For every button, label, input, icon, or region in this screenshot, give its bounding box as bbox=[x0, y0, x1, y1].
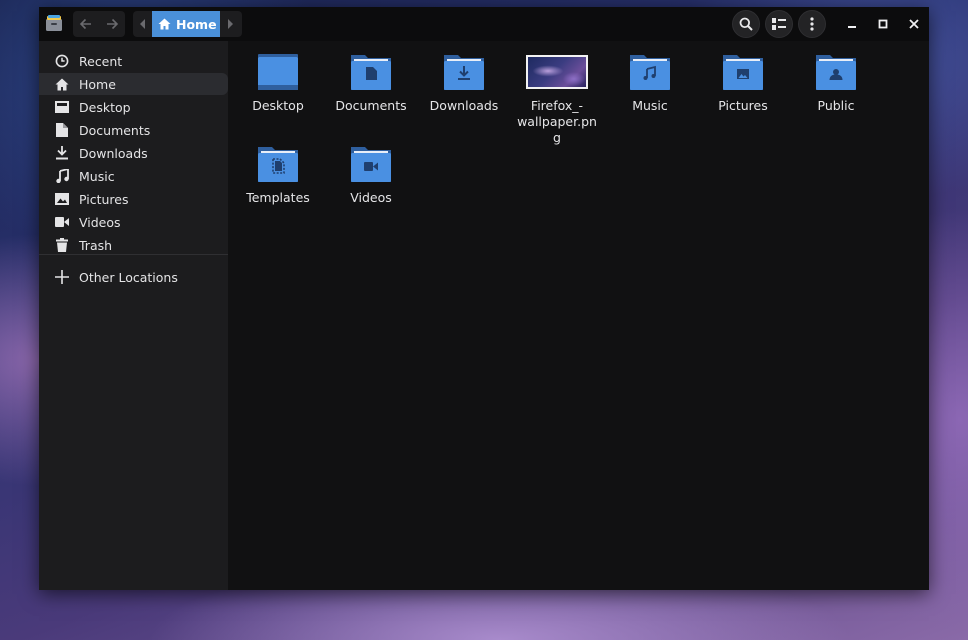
path-scroll-right[interactable] bbox=[220, 11, 239, 37]
folder-music-icon bbox=[630, 55, 670, 90]
folder-public-icon bbox=[816, 55, 856, 90]
file-item-label: Desktop bbox=[252, 98, 304, 113]
home-icon bbox=[55, 77, 69, 91]
folder-videos-icon bbox=[351, 147, 391, 182]
file-manager-window: Home Recent Home Desktop Documents Downl… bbox=[39, 7, 929, 590]
sidebar-item-desktop[interactable]: Desktop bbox=[39, 96, 228, 118]
caret-right-icon bbox=[227, 19, 233, 29]
sidebar-item-home[interactable]: Home bbox=[39, 73, 228, 95]
plus-icon bbox=[55, 270, 69, 284]
close-button[interactable] bbox=[898, 7, 929, 41]
document-icon bbox=[55, 123, 69, 137]
folder-downloads-icon bbox=[444, 55, 484, 90]
file-item-label: Documents bbox=[335, 98, 407, 113]
folder-templates-icon bbox=[258, 147, 298, 182]
file-item-templates[interactable]: Templates bbox=[235, 144, 321, 206]
main-menu-button[interactable] bbox=[798, 10, 826, 38]
sidebar-item-label: Trash bbox=[79, 237, 113, 253]
path-bar: Home bbox=[133, 11, 242, 37]
folder-documents-icon bbox=[351, 55, 391, 90]
maximize-icon bbox=[878, 19, 887, 29]
sidebar-item-documents[interactable]: Documents bbox=[39, 119, 228, 141]
sidebar-item-label: Desktop bbox=[79, 99, 131, 115]
image-thumbnail-icon bbox=[526, 55, 588, 89]
kebab-menu-icon bbox=[810, 17, 814, 31]
sidebar-item-label: Downloads bbox=[79, 145, 148, 161]
sidebar-item-videos[interactable]: Videos bbox=[39, 211, 228, 233]
sidebar-item-label: Other Locations bbox=[79, 269, 178, 285]
sidebar-item-pictures[interactable]: Pictures bbox=[39, 188, 228, 210]
sidebar-item-label: Pictures bbox=[79, 191, 129, 207]
file-item-downloads[interactable]: Downloads bbox=[421, 52, 507, 114]
desktop-icon bbox=[55, 100, 69, 114]
file-grid-view: Desktop Documents Downloads Firefox_-wal… bbox=[228, 41, 929, 590]
sidebar-item-downloads[interactable]: Downloads bbox=[39, 142, 228, 164]
minimize-icon bbox=[847, 26, 856, 28]
path-scroll-left[interactable] bbox=[133, 11, 152, 37]
clock-icon bbox=[55, 54, 69, 68]
places-sidebar: Recent Home Desktop Documents Downloads bbox=[39, 41, 228, 590]
back-button[interactable] bbox=[73, 11, 99, 37]
file-item-label: Downloads bbox=[429, 98, 499, 113]
file-item-music[interactable]: Music bbox=[607, 52, 693, 114]
file-item-label: Firefox_-wallpaper.png bbox=[517, 98, 597, 145]
music-icon bbox=[55, 169, 69, 183]
download-icon bbox=[55, 146, 69, 160]
sidebar-item-label: Home bbox=[79, 76, 116, 92]
folder-desktop-icon bbox=[258, 54, 298, 90]
search-icon bbox=[739, 17, 753, 31]
sidebar-item-label: Recent bbox=[79, 53, 123, 69]
sidebar-item-trash[interactable]: Trash bbox=[39, 234, 228, 256]
path-button-home[interactable]: Home bbox=[152, 11, 220, 37]
file-item-public[interactable]: Public bbox=[793, 52, 879, 114]
file-item-documents[interactable]: Documents bbox=[328, 52, 414, 114]
file-item-label: Videos bbox=[350, 190, 392, 205]
close-icon bbox=[908, 19, 919, 29]
file-item-label: Public bbox=[817, 98, 855, 113]
list-view-icon bbox=[772, 18, 786, 30]
search-button[interactable] bbox=[732, 10, 760, 38]
file-item-label: Pictures bbox=[718, 98, 768, 113]
home-icon bbox=[158, 18, 171, 30]
forward-button[interactable] bbox=[99, 11, 125, 37]
trash-icon bbox=[55, 238, 69, 252]
file-item-desktop[interactable]: Desktop bbox=[235, 52, 321, 114]
sidebar-item-label: Music bbox=[79, 168, 115, 184]
folder-pictures-icon bbox=[723, 55, 763, 90]
caret-left-icon bbox=[139, 19, 145, 29]
sidebar-divider bbox=[39, 254, 228, 255]
maximize-button[interactable] bbox=[867, 7, 898, 41]
sidebar-item-recent[interactable]: Recent bbox=[39, 50, 228, 72]
file-manager-icon bbox=[46, 15, 62, 31]
arrow-left-icon bbox=[79, 18, 91, 30]
sidebar-item-other-locations[interactable]: Other Locations bbox=[39, 266, 228, 288]
video-icon bbox=[55, 215, 69, 229]
file-item-label: Templates bbox=[246, 190, 310, 205]
arrow-right-icon bbox=[107, 18, 119, 30]
file-item-label: Music bbox=[632, 98, 668, 113]
header-bar: Home bbox=[39, 7, 929, 41]
file-item-videos[interactable]: Videos bbox=[328, 144, 414, 206]
file-item-firefox-wallpaper[interactable]: Firefox_-wallpaper.png bbox=[514, 52, 600, 146]
history-nav bbox=[73, 11, 125, 37]
minimize-button[interactable] bbox=[836, 7, 867, 41]
sidebar-item-label: Documents bbox=[79, 122, 151, 138]
path-current-label: Home bbox=[176, 16, 217, 32]
header-actions bbox=[732, 7, 929, 41]
sidebar-item-music[interactable]: Music bbox=[39, 165, 228, 187]
file-item-pictures[interactable]: Pictures bbox=[700, 52, 786, 114]
picture-icon bbox=[55, 192, 69, 206]
view-options-button[interactable] bbox=[765, 10, 793, 38]
sidebar-item-label: Videos bbox=[79, 214, 121, 230]
